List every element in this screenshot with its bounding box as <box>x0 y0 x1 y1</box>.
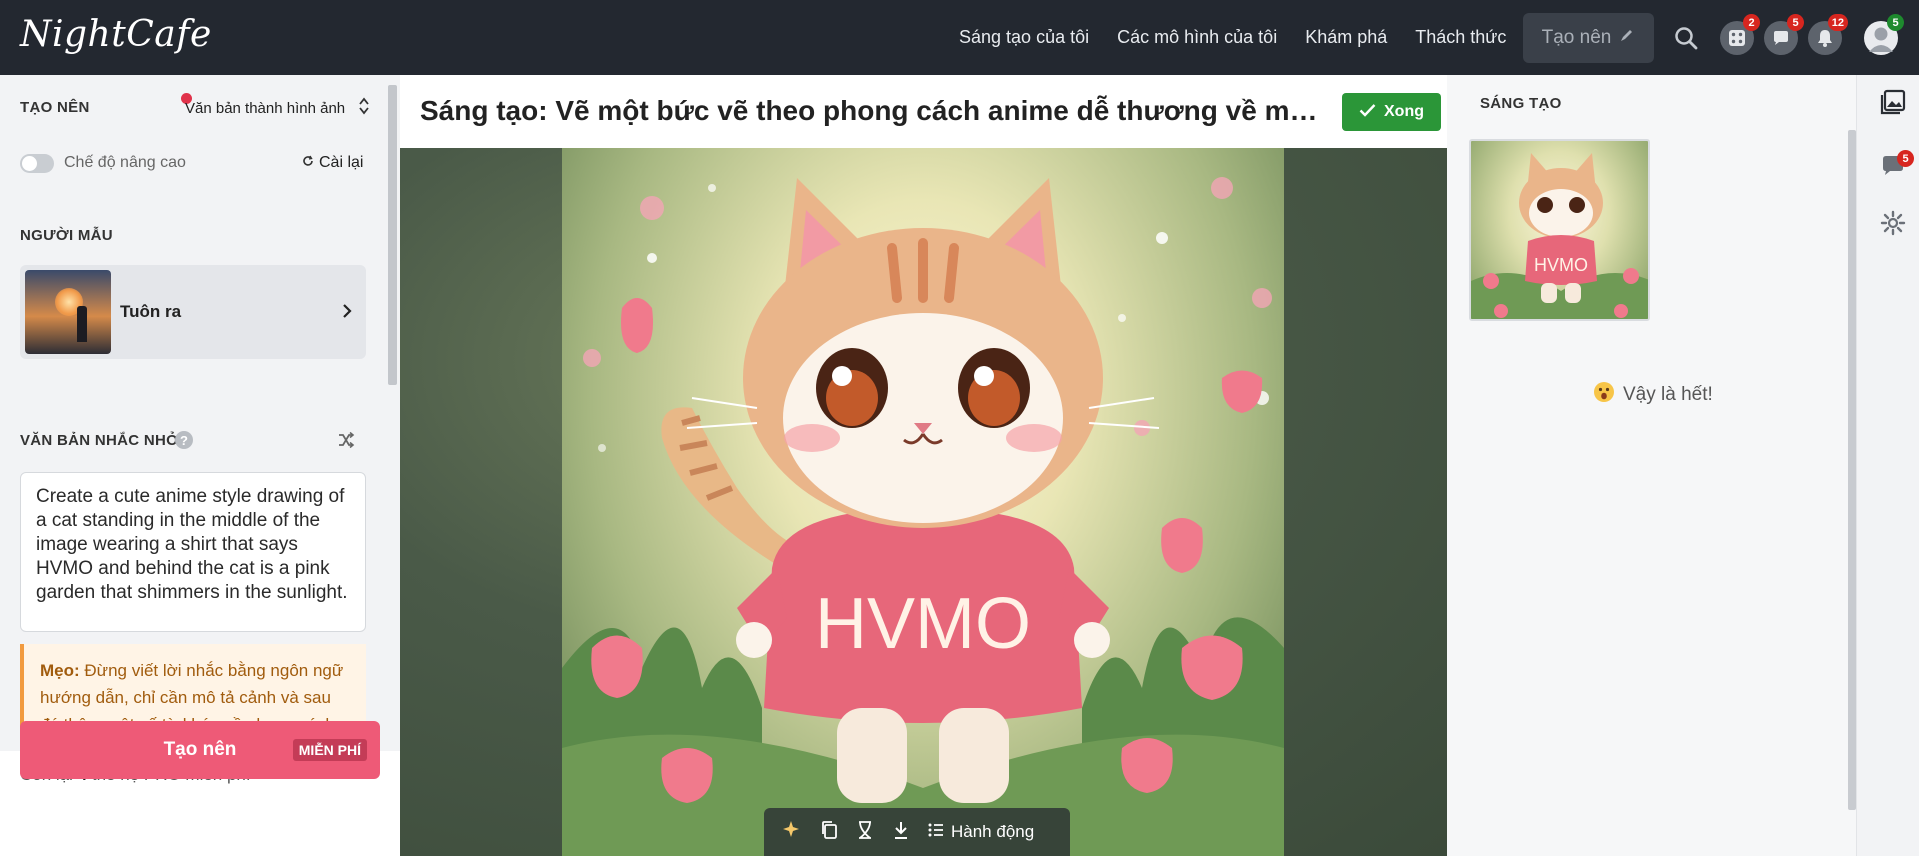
mode-select[interactable]: Văn bản thành hình ảnh <box>185 97 369 119</box>
advanced-mode-label: Chế độ nâng cao <box>64 154 186 171</box>
mode-select-value: Văn bản thành hình ảnh <box>185 99 346 117</box>
notifications-badge: 12 <box>1827 14 1848 31</box>
model-selector[interactable]: Tuôn ra <box>20 265 366 359</box>
creation-thumbnail[interactable]: HVMO <box>1469 139 1650 321</box>
nav-my-models[interactable]: Các mô hình của tôi <box>1117 27 1277 48</box>
chevron-right-icon <box>342 303 352 324</box>
thumbnail-shirt-text: HVMO <box>1534 255 1588 275</box>
model-name: Tuôn ra <box>120 302 182 321</box>
creations-title: SÁNG TẠO <box>1480 95 1562 112</box>
list-icon <box>928 822 944 842</box>
free-tag: MIỄN PHÍ <box>292 739 367 761</box>
end-of-list: Vậy là hết! <box>1593 381 1713 409</box>
surprised-face-icon <box>1593 381 1615 409</box>
generated-image[interactable]: HVMO <box>562 148 1284 856</box>
pencil-icon <box>1619 27 1635 49</box>
check-icon <box>1359 103 1376 122</box>
top-create-button[interactable]: Tạo nên <box>1523 13 1654 63</box>
right-icon-rail: 5 <box>1856 75 1919 856</box>
profile-button[interactable]: 5 <box>1862 14 1904 57</box>
right-scrollbar-thumb[interactable] <box>1848 130 1856 810</box>
tip-label: Mẹo: <box>40 661 80 680</box>
shuffle-icon[interactable] <box>337 431 355 454</box>
chat-badge: 5 <box>1787 14 1804 31</box>
evolve-icon[interactable] <box>856 820 874 845</box>
section-model-title: NGƯỜI MẪU <box>20 227 113 244</box>
actions-menu-button[interactable]: Hành động <box>928 822 1034 842</box>
nav-challenges[interactable]: Thách thức <box>1415 27 1506 48</box>
top-create-label: Tạo nên <box>1541 27 1612 48</box>
chevron-updown-icon <box>359 97 369 119</box>
thumbnail-artwork: HVMO <box>1471 153 1648 319</box>
chat-button[interactable]: 5 <box>1762 14 1804 57</box>
comments-badge: 5 <box>1897 150 1914 167</box>
refresh-icon <box>302 154 314 172</box>
main-nav: Sáng tạo của tôi Các mô hình của tôi Khá… <box>959 0 1534 75</box>
model-thumbnail <box>25 270 111 354</box>
actions-label: Hành động <box>951 822 1035 841</box>
cat-artwork: HVMO <box>562 177 1284 856</box>
notifications-button[interactable]: 12 <box>1806 14 1848 57</box>
copy-icon[interactable] <box>820 820 838 845</box>
creation-title: Sáng tạo: Vẽ một bức vẽ theo phong cách … <box>420 95 1326 126</box>
thumbnail-person <box>77 306 87 342</box>
end-of-list-text: Vậy là hết! <box>1623 384 1713 405</box>
reset-button[interactable]: Cài lại <box>302 154 363 172</box>
image-action-bar: Hành động <box>764 808 1070 856</box>
comments-icon[interactable]: 5 <box>1878 150 1914 181</box>
reset-label: Cài lại <box>319 154 364 171</box>
advanced-mode-toggle[interactable] <box>20 154 54 173</box>
dice-badge: 2 <box>1743 14 1760 31</box>
top-navbar: NightCafe Sáng tạo của tôi Các mô hình c… <box>0 0 1919 75</box>
left-scrollbar-thumb[interactable] <box>388 85 397 385</box>
generate-button[interactable]: Tạo nên MIỄN PHÍ <box>20 721 380 779</box>
left-scrollbar[interactable] <box>387 75 398 745</box>
left-panel-scroll-area: TẠO NÊN Văn bản thành hình ảnh Chế độ nâ… <box>0 75 383 751</box>
toggle-knob <box>22 156 37 171</box>
sparkle-icon[interactable] <box>782 820 802 845</box>
done-label: Xong <box>1384 103 1424 120</box>
section-create-title: TẠO NÊN <box>20 99 90 116</box>
section-prompt-title: VĂN BẢN NHẮC NHỞ <box>20 432 180 449</box>
image-viewer: HVMO <box>400 148 1447 856</box>
gallery-icon[interactable] <box>1878 87 1908 117</box>
profile-badge: 5 <box>1887 14 1904 31</box>
generate-label: Tạo nên <box>163 739 237 760</box>
done-button[interactable]: Xong <box>1342 93 1441 131</box>
nav-my-creations[interactable]: Sáng tạo của tôi <box>959 27 1089 48</box>
nightcafe-logo[interactable]: NightCafe <box>20 14 212 55</box>
dice-button[interactable]: 2 <box>1718 14 1760 57</box>
settings-gear-icon[interactable] <box>1878 208 1908 238</box>
download-icon[interactable] <box>892 820 910 845</box>
search-icon[interactable] <box>1667 19 1705 57</box>
nav-explore[interactable]: Khám phá <box>1305 27 1387 48</box>
prompt-textarea[interactable]: Create a cute anime style drawing of a c… <box>20 472 366 632</box>
help-icon[interactable]: ? <box>175 431 193 449</box>
shirt-text: HVMO <box>815 584 1031 664</box>
